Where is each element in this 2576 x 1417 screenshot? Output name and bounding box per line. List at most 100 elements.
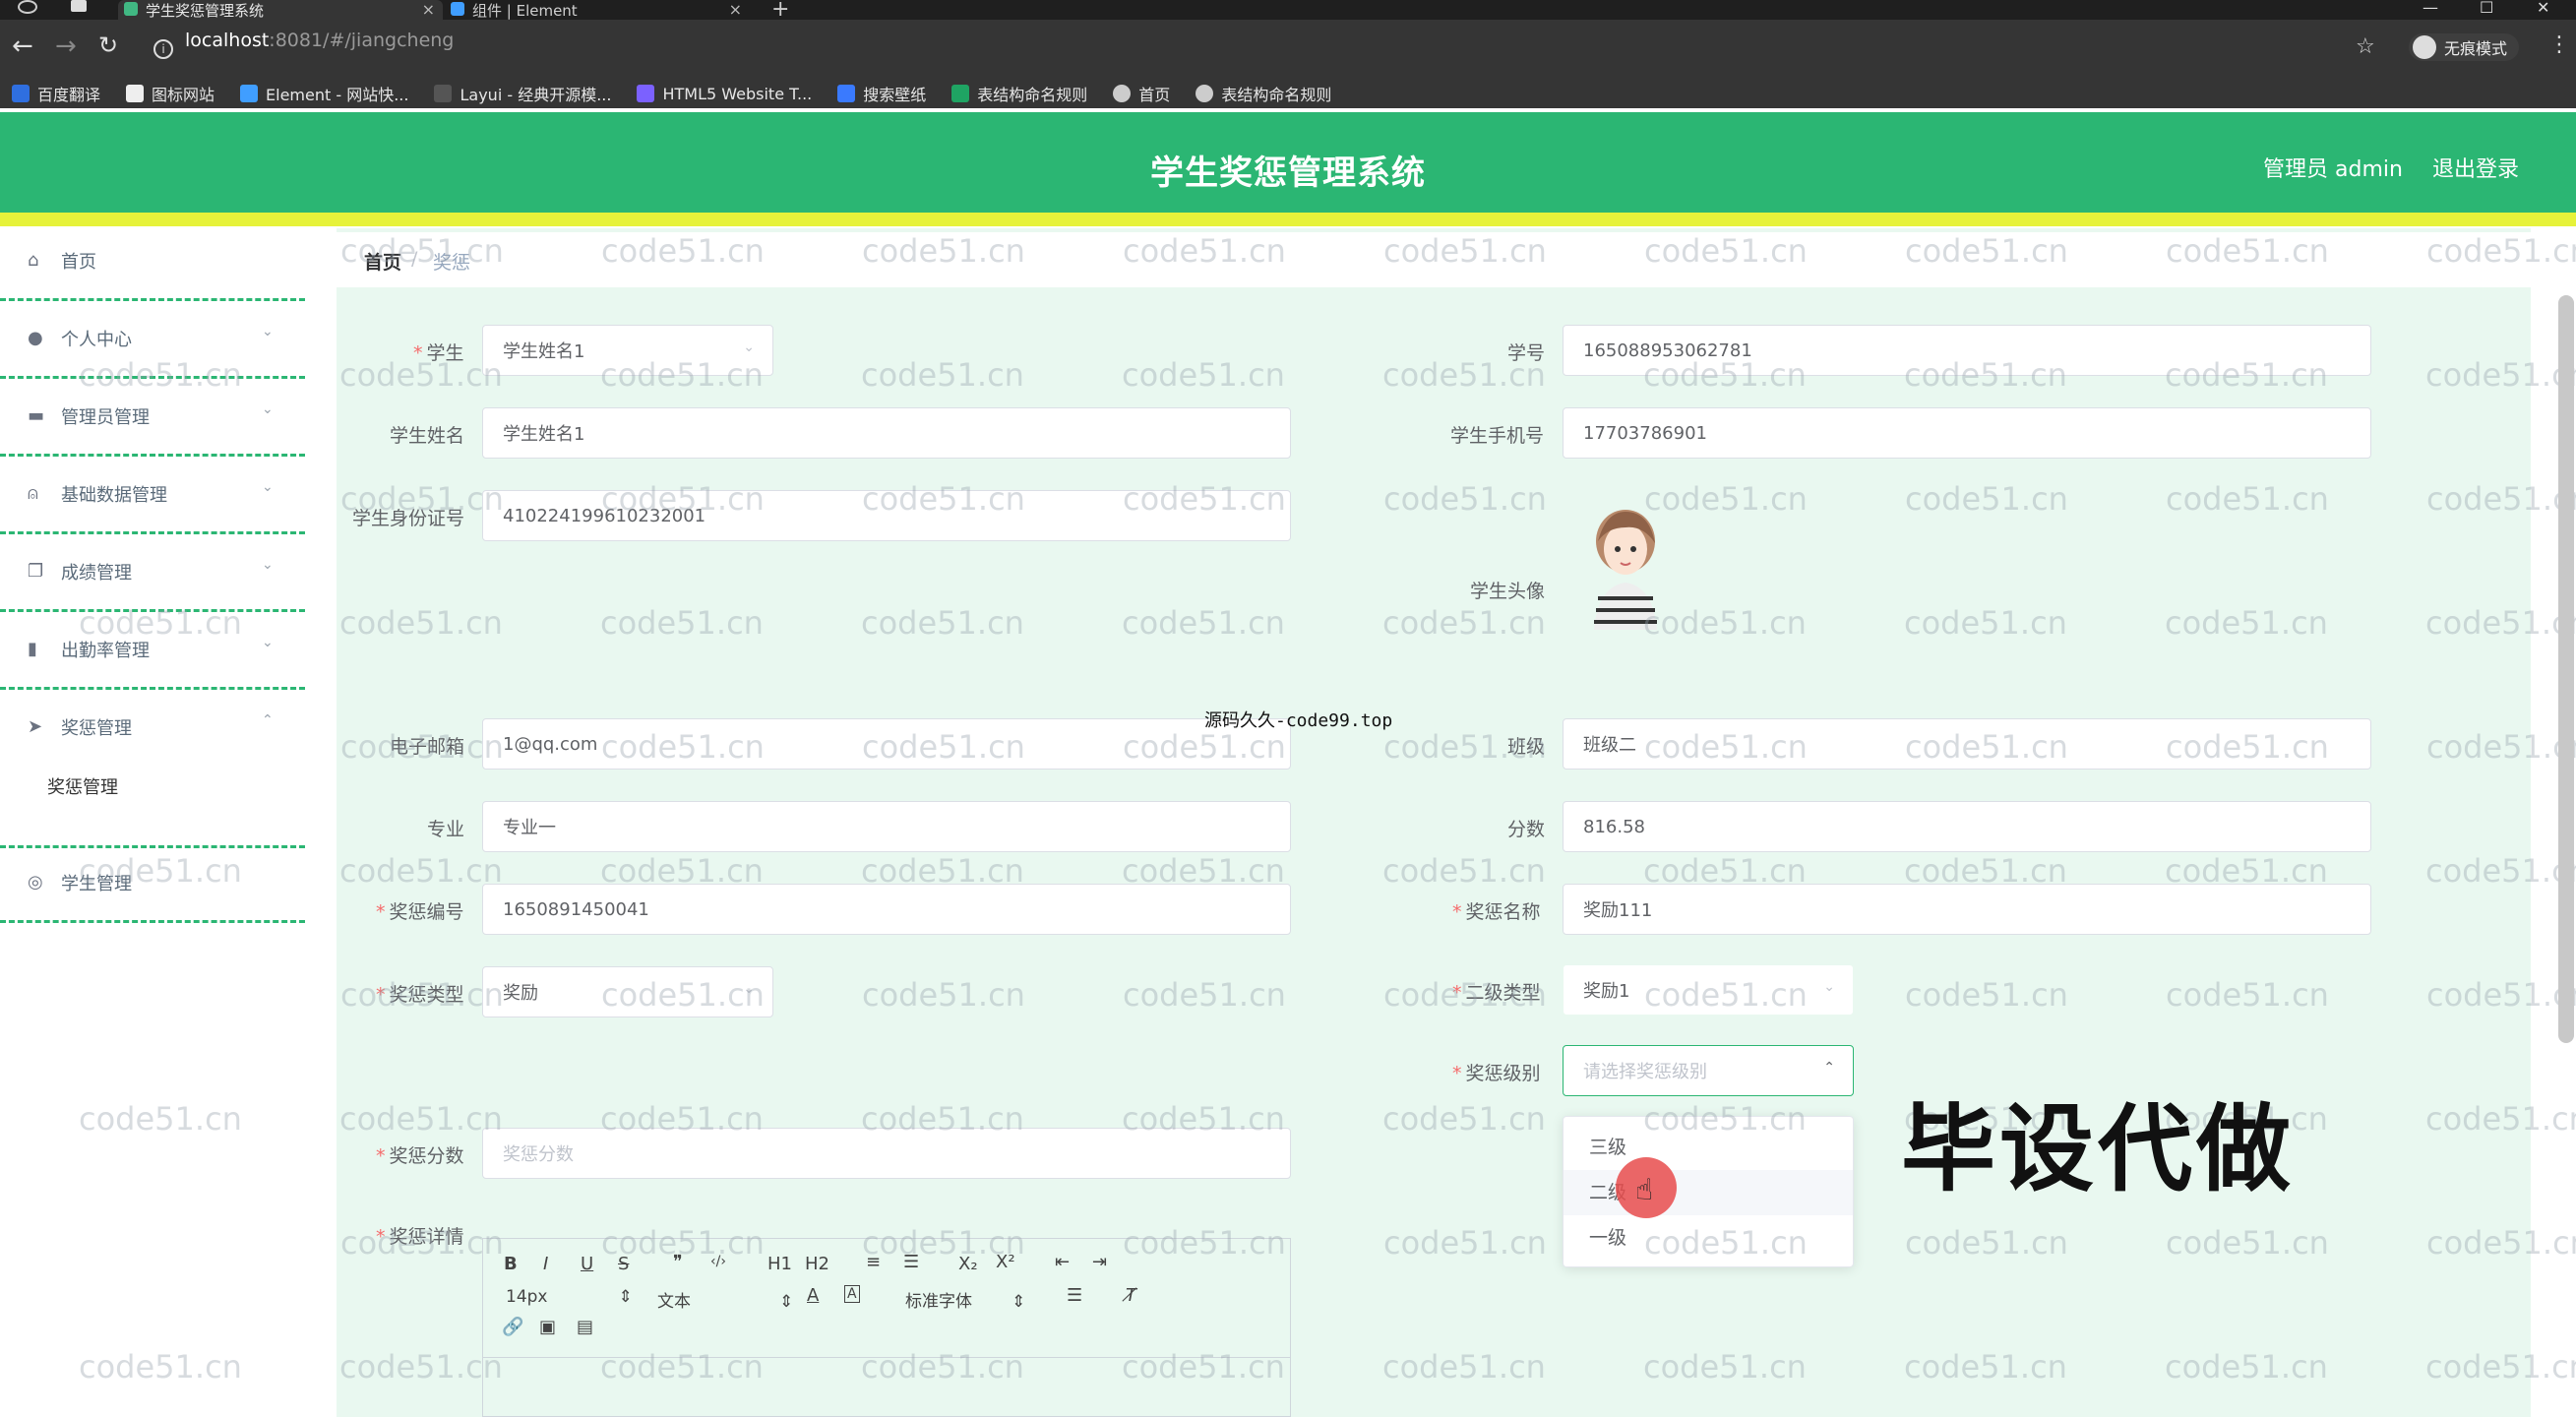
- bookmark-item[interactable]: 首页: [1113, 82, 1170, 105]
- font-family-select[interactable]: 标准字体 ⇕: [905, 1287, 1025, 1312]
- sidebar-item-grades[interactable]: ❐ 成绩管理 ⌄: [0, 537, 307, 612]
- window-close-icon[interactable]: ✕: [2537, 0, 2549, 17]
- submenu-item-rewards[interactable]: 奖惩管理: [47, 773, 118, 799]
- sidebar-item-students[interactable]: ◎ 学生管理: [0, 848, 307, 923]
- bookmark-item[interactable]: HTML5 Website T...: [637, 85, 812, 103]
- new-tab-button[interactable]: +: [771, 0, 789, 22]
- level-select[interactable]: 请选择奖惩级别 ⌃: [1563, 1045, 1854, 1096]
- dropdown-option[interactable]: 二级: [1564, 1170, 1853, 1215]
- site-info-icon[interactable]: i: [153, 39, 173, 59]
- tab-student-system[interactable]: 学生奖惩管理系统 ×: [118, 0, 443, 20]
- subtype-select[interactable]: 奖励1 ⌄: [1563, 964, 1854, 1016]
- tab-search-icon[interactable]: [71, 0, 87, 12]
- url-field[interactable]: localhost:8081/#/jiangcheng: [185, 30, 454, 51]
- list-bullet-icon[interactable]: ☰: [903, 1252, 919, 1272]
- divider: [0, 920, 305, 923]
- student-no-field[interactable]: 165088953062781: [1563, 325, 2371, 376]
- video-icon[interactable]: ▤: [577, 1317, 593, 1337]
- phone-field[interactable]: 17703786901: [1563, 407, 2371, 459]
- font-size-select[interactable]: 14px ⇕: [506, 1287, 633, 1307]
- bookmark-star-icon[interactable]: ☆: [2356, 34, 2375, 59]
- divider: [0, 531, 305, 534]
- close-icon[interactable]: ×: [422, 0, 435, 19]
- label-text: 奖惩分数: [389, 1145, 464, 1167]
- tab-element[interactable]: 组件 | Element ×: [445, 0, 750, 20]
- select-value: 学生姓名1: [503, 341, 585, 362]
- email-label: 电子邮箱: [390, 736, 465, 758]
- indent-decrease-icon[interactable]: ⇤: [1055, 1252, 1070, 1272]
- close-icon[interactable]: ×: [729, 0, 742, 19]
- code-field[interactable]: 1650891450041: [482, 884, 1291, 935]
- sidebar-item-basic-data[interactable]: ⍝ 基础数据管理 ⌄: [0, 460, 307, 534]
- breadcrumb-home[interactable]: 首页: [364, 248, 401, 275]
- chevron-up-icon: ⌃: [1823, 1060, 1835, 1076]
- incognito-badge[interactable]: 无痕模式: [2409, 33, 2520, 61]
- bookmark-item[interactable]: 表结构命名规则: [1196, 82, 1331, 105]
- dropdown-option[interactable]: 一级: [1564, 1215, 1853, 1261]
- bookmark-item[interactable]: Layui - 经典开源模...: [434, 82, 611, 105]
- reload-icon[interactable]: ↻: [98, 33, 118, 57]
- format-select[interactable]: 文本 ⇕: [657, 1287, 793, 1312]
- bold-button[interactable]: B: [504, 1254, 518, 1274]
- student-name-field[interactable]: 学生姓名1: [482, 407, 1291, 459]
- sidebar-item-personal[interactable]: ● 个人中心 ⌄: [0, 304, 307, 379]
- bar-chart-icon: ▮: [28, 639, 37, 659]
- image-icon[interactable]: ▣: [539, 1317, 556, 1337]
- bookmark-item[interactable]: 图标网站: [126, 82, 215, 105]
- superscript-button[interactable]: X²: [996, 1252, 1015, 1272]
- minimize-icon[interactable]: —: [2423, 0, 2438, 17]
- name-label: * 奖惩名称: [1452, 901, 1541, 923]
- bookmark-label: 百度翻译: [37, 86, 101, 104]
- sidebar-item-admin[interactable]: ▬ 管理员管理 ⌄: [0, 382, 307, 457]
- student-label: * 学生: [413, 342, 464, 364]
- bookmark-item[interactable]: 百度翻译: [12, 82, 100, 105]
- subscript-button[interactable]: X₂: [958, 1254, 978, 1274]
- browser-profile-icon[interactable]: [18, 0, 37, 14]
- bookmark-item[interactable]: 搜索壁纸: [837, 82, 926, 105]
- underline-button[interactable]: U: [581, 1254, 593, 1274]
- points-field[interactable]: 奖惩分数: [482, 1128, 1291, 1179]
- quote-button[interactable]: ❞: [673, 1252, 683, 1272]
- strike-button[interactable]: S: [618, 1254, 629, 1274]
- name-field[interactable]: 奖励111: [1563, 884, 2371, 935]
- logout-link[interactable]: 退出登录: [2432, 152, 2519, 183]
- maximize-icon[interactable]: ☐: [2480, 0, 2493, 17]
- score-field[interactable]: 816.58: [1563, 801, 2371, 852]
- header1-button[interactable]: H1: [767, 1254, 792, 1274]
- sidebar-item-rewards[interactable]: ➤ 奖惩管理 ⌃: [0, 693, 307, 768]
- indent-increase-icon[interactable]: ⇥: [1092, 1252, 1107, 1272]
- clear-format-icon[interactable]: T̸: [1126, 1285, 1136, 1306]
- incognito-label: 无痕模式: [2444, 39, 2508, 58]
- bookmark-label: 图标网站: [152, 86, 215, 104]
- header2-button[interactable]: H2: [805, 1254, 829, 1274]
- forward-icon[interactable]: →: [55, 33, 77, 59]
- font-color-button[interactable]: A: [807, 1285, 819, 1306]
- background-color-button[interactable]: A: [844, 1285, 860, 1303]
- sidebar-item-home[interactable]: ⌂ 首页: [0, 226, 307, 301]
- list-ordered-icon[interactable]: ≡: [866, 1252, 881, 1272]
- scrollbar[interactable]: [2558, 295, 2574, 1043]
- class-field[interactable]: 班级二: [1563, 718, 2371, 770]
- link-icon[interactable]: 🔗: [502, 1317, 523, 1337]
- browser-menu-icon[interactable]: ⋮: [2548, 32, 2570, 57]
- bookmark-item[interactable]: Element - 网站快...: [240, 82, 408, 105]
- sidebar-item-attendance[interactable]: ▮ 出勤率管理 ⌄: [0, 615, 307, 690]
- type-select[interactable]: 奖励 ⌄: [482, 966, 773, 1017]
- email-field[interactable]: 1@qq.com: [482, 718, 1291, 770]
- code-block-button[interactable]: ‹/›: [710, 1254, 726, 1269]
- wallpaper-icon: [837, 85, 856, 102]
- student-select[interactable]: 学生姓名1 ⌄: [482, 325, 773, 376]
- align-icon[interactable]: ☰: [1067, 1285, 1082, 1306]
- points-label: * 奖惩分数: [376, 1145, 464, 1167]
- major-field[interactable]: 专业一: [482, 801, 1291, 852]
- bookmark-item[interactable]: 表结构命名规则: [951, 82, 1087, 105]
- idcard-field[interactable]: 410224199610232001: [482, 490, 1291, 541]
- italic-button[interactable]: I: [543, 1254, 548, 1274]
- bookmark-label: 搜索壁纸: [863, 86, 927, 104]
- back-icon[interactable]: ←: [12, 33, 33, 59]
- label-text: 奖惩编号: [389, 901, 464, 923]
- student-avatar[interactable]: [1584, 504, 1667, 630]
- select-value: 标准字体: [905, 1292, 972, 1312]
- dropdown-option[interactable]: 三级: [1564, 1125, 1853, 1170]
- tab-label: 组件 | Element: [472, 1, 578, 20]
